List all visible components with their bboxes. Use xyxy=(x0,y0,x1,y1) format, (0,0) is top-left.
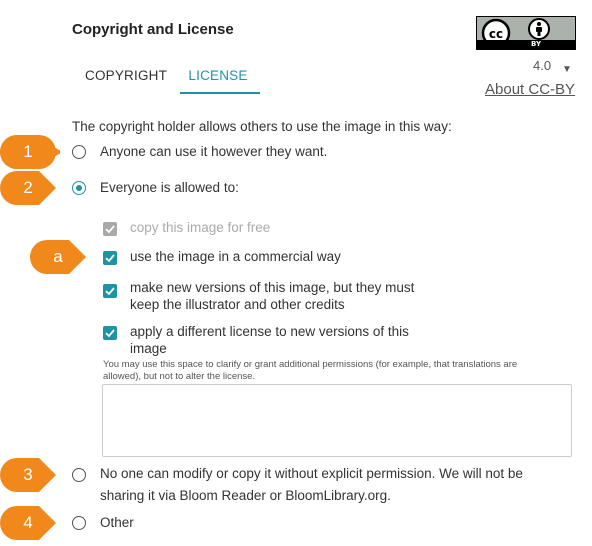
tab-copyright[interactable]: COPYRIGHT xyxy=(85,66,167,92)
checkbox-relicense-label-line2: image xyxy=(130,341,167,356)
callout-a-label: a xyxy=(53,247,63,266)
checkbox-relicense[interactable] xyxy=(103,326,117,340)
callout-4-label: 4 xyxy=(23,513,33,532)
checkbox-commercial[interactable] xyxy=(103,251,117,265)
checkbox-commercial-label[interactable]: use the image in a commercial way xyxy=(130,248,460,265)
checkbox-relicense-label[interactable]: apply a different license to new version… xyxy=(130,323,460,357)
svg-text:cc: cc xyxy=(489,27,503,41)
additional-permissions-textarea[interactable] xyxy=(102,384,572,457)
hint-line2: allowed), but not to alter the license. xyxy=(103,371,256,382)
checkbox-derivatives-label-line1: make new versions of this image, but the… xyxy=(130,280,415,295)
callout-3: 3 xyxy=(0,458,60,492)
callout-2: 2 xyxy=(0,171,60,205)
callout-a: a xyxy=(30,240,90,274)
radio-anyone-label[interactable]: Anyone can use it however they want. xyxy=(100,142,327,162)
by-label: BY xyxy=(531,40,542,48)
checkbox-derivatives-label-line2: keep the illustrator and other credits xyxy=(130,297,345,312)
radio-other[interactable] xyxy=(72,516,86,530)
checkbox-derivatives-label[interactable]: make new versions of this image, but the… xyxy=(130,279,460,313)
radio-everyone-label[interactable]: Everyone is allowed to: xyxy=(100,178,239,198)
hint-line1: You may use this space to clarify or gra… xyxy=(103,359,518,370)
checkbox-copy-free-label: copy this image for free xyxy=(130,220,271,235)
tab-license-label: LICENSE xyxy=(188,68,248,83)
callout-1: 1 xyxy=(0,135,60,169)
radio-other-label[interactable]: Other xyxy=(100,513,134,533)
checkbox-copy-free xyxy=(103,222,117,236)
radio-no-one[interactable] xyxy=(72,468,86,482)
callout-3-label: 3 xyxy=(23,465,33,484)
radio-no-one-label-line2: sharing it via Bloom Reader or BloomLibr… xyxy=(100,488,391,503)
cc-by-badge-icon: cc BY xyxy=(476,16,576,50)
attribution-person-icon xyxy=(528,18,550,40)
radio-everyone[interactable] xyxy=(72,181,86,195)
dialog-title: Copyright and License xyxy=(72,21,234,38)
callout-4: 4 xyxy=(0,506,60,540)
intro-text: The copyright holder allows others to us… xyxy=(72,119,452,134)
radio-no-one-label-line1: No one can modify or copy it without exp… xyxy=(100,466,523,481)
version-select[interactable]: 4.0 xyxy=(533,58,551,73)
chevron-down-icon[interactable]: ▼ xyxy=(562,64,572,75)
tab-license[interactable]: LICENSE xyxy=(180,66,260,94)
about-cc-by-link[interactable]: About CC-BY xyxy=(485,81,575,98)
radio-anyone[interactable] xyxy=(72,145,86,159)
checkbox-relicense-label-line1: apply a different license to new version… xyxy=(130,324,409,339)
callout-2-label: 2 xyxy=(23,178,33,197)
callout-1-label: 1 xyxy=(23,142,33,161)
checkbox-derivatives[interactable] xyxy=(103,284,117,298)
additional-permissions-hint: You may use this space to clarify or gra… xyxy=(103,359,573,383)
radio-no-one-label[interactable]: No one can modify or copy it without exp… xyxy=(100,464,560,506)
